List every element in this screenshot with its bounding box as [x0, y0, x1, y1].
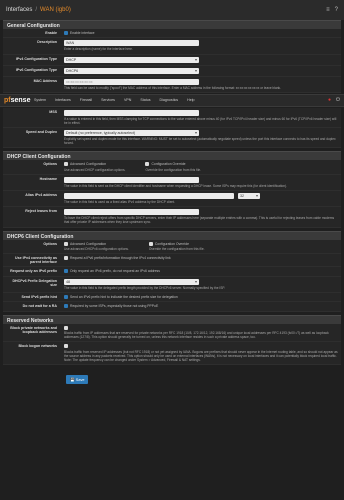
dhcp-options-label: Options — [43, 162, 57, 167]
pd-size-hint: The value in this field is the delegated… — [64, 285, 225, 290]
save-button[interactable]: 💾 Save — [66, 375, 89, 385]
block-bogon-hint: Blocks traffic from reserved IP addresse… — [64, 349, 338, 363]
dhcp6-advanced-text: Advanced Configuration — [70, 241, 107, 246]
reject-hint: To have the DHCP client reject offers fr… — [64, 216, 335, 225]
pfsense-logo[interactable]: pfsense — [4, 97, 34, 104]
prefix-hint-label: Send IPv6 prefix hint — [21, 294, 57, 299]
dhcp-heading: DHCP Client Configuration — [3, 151, 341, 161]
breadcrumb-root[interactable]: Interfaces — [6, 7, 32, 13]
mac-hint: This field can be used to modify ("spoof… — [64, 85, 281, 90]
dhcp-override-text: Configuration Override — [151, 162, 186, 167]
general-panel: General Configuration Enable Enable inte… — [3, 20, 341, 93]
dhcp6-options-label: Options — [43, 241, 57, 246]
ipv4-type-label: IPv4 Configuration Type — [15, 56, 57, 61]
settings-icon[interactable]: ≡ — [326, 7, 330, 13]
prefix-hint-text: Send an IPv6 prefix hint to indicate the… — [70, 294, 178, 299]
pd-size-label: DHCPv6 Prefix Delegation size — [12, 278, 57, 287]
mss-input[interactable] — [64, 109, 199, 116]
reserved-panel: Reserved Networks Block private networks… — [3, 314, 341, 366]
breadcrumb-sep: / — [35, 7, 38, 13]
ipv4-parent-label: Use IPv4 connectivity as parent interfac… — [15, 256, 57, 265]
hostname-label: Hostname — [39, 176, 57, 181]
ipv4-parent-text: Request a IPv6 prefix/information throug… — [70, 256, 171, 261]
reject-input[interactable] — [64, 209, 199, 216]
block-private-hint: Blocks traffic from IP addresses that ar… — [64, 330, 329, 340]
speed-hint: Explicitly set speed and duplex mode for… — [64, 137, 336, 146]
nav-interfaces[interactable]: Interfaces — [55, 98, 71, 102]
alias-input[interactable] — [64, 193, 234, 200]
dhcp6-override-hint: Override the configuration from this fil… — [148, 246, 205, 251]
alias-hint: The value in this field is used as a fix… — [64, 200, 176, 205]
dhcp-override-checkbox[interactable] — [145, 162, 150, 167]
alias-label: Alias IPv4 address — [25, 193, 57, 198]
description-input[interactable]: WAN — [64, 40, 199, 47]
speed-select[interactable]: Default (no preference, typically autose… — [64, 130, 199, 137]
alias-cidr-select[interactable]: 32 — [238, 193, 260, 200]
no-ra-text: Required by some ISPs, especially those … — [70, 304, 159, 309]
description-label: Description — [37, 40, 57, 45]
dhcp6-override-text: Configuration Override — [154, 241, 189, 246]
mss-hint: If a value is entered in this field, the… — [64, 116, 337, 125]
nav-diagnostics[interactable]: Diagnostics — [160, 98, 179, 102]
ipv6-type-select[interactable]: DHCP6 — [64, 67, 199, 74]
notification-icon[interactable]: ● — [328, 97, 331, 103]
dhcp-advanced-hint: Use advanced DHCP configuration options. — [64, 167, 126, 172]
help-icon[interactable]: ? — [335, 7, 338, 13]
prefix-only-text: Only request an IPv6 prefix, do not requ… — [70, 269, 160, 274]
general-panel-cont: MSS If a value is entered in this field,… — [3, 107, 341, 149]
description-hint: Enter a description (name) for the inter… — [64, 47, 133, 52]
breadcrumb: Interfaces / WAN (igb0) ≡? — [0, 0, 344, 20]
logout-icon[interactable]: ⏻ — [336, 97, 340, 103]
prefix-only-label: Request only an IPv6 prefix — [10, 269, 57, 274]
block-private-checkbox[interactable] — [64, 325, 68, 330]
mac-input[interactable]: xx:xx:xx:xx:xx:xx — [64, 78, 199, 85]
hostname-hint: The value in this field is sent as the D… — [64, 183, 287, 188]
block-private-label: Block private networks and loopback addr… — [10, 325, 57, 334]
enable-checkbox[interactable] — [64, 31, 68, 36]
main-nav: pfsense System Interfaces Firewall Servi… — [0, 93, 344, 107]
ipv6-type-label: IPv6 Configuration Type — [15, 67, 57, 72]
pd-size-select[interactable]: 48 — [64, 278, 199, 285]
no-ra-checkbox[interactable] — [64, 304, 68, 309]
general-heading: General Configuration — [3, 20, 341, 29]
dhcp6-advanced-hint: Use advanced DHCPv6 configuration option… — [64, 246, 129, 251]
save-label: Save — [75, 378, 85, 383]
dhcp-panel: DHCP Client Configuration Options Advanc… — [3, 151, 341, 228]
nav-services[interactable]: Services — [101, 98, 115, 102]
enable-text: Enable interface — [70, 31, 95, 35]
page-title: WAN (igb0) — [40, 7, 71, 13]
dhcp6-override-checkbox[interactable] — [148, 241, 153, 246]
reject-label: Reject leases from — [25, 209, 57, 214]
nav-help[interactable]: Help — [187, 98, 194, 102]
dhcp-advanced-text: Advanced Configuration — [70, 162, 107, 167]
page: Interfaces / WAN (igb0) ≡? General Confi… — [0, 0, 344, 500]
prefix-only-checkbox[interactable] — [64, 269, 68, 274]
dhcp6-panel: DHCP6 Client Configuration Options Advan… — [3, 230, 341, 312]
ipv4-type-select[interactable]: DHCP — [64, 56, 199, 63]
ipv4-parent-checkbox[interactable] — [64, 256, 68, 261]
dhcp6-advanced-checkbox[interactable] — [64, 241, 68, 246]
nav-vpn[interactable]: VPN — [124, 98, 131, 102]
nav-status[interactable]: Status — [140, 98, 150, 102]
enable-label: Enable — [45, 31, 57, 35]
nav-firewall[interactable]: Firewall — [80, 98, 92, 102]
speed-label: Speed and Duplex — [25, 130, 57, 135]
dhcp-advanced-checkbox[interactable] — [64, 162, 68, 167]
nav-system[interactable]: System — [34, 98, 46, 102]
block-bogon-label: Block bogon networks — [18, 344, 57, 349]
block-bogon-checkbox[interactable] — [64, 344, 68, 349]
no-ra-label: Do not wait for a RA — [22, 304, 57, 309]
hostname-input[interactable] — [64, 176, 199, 183]
mss-label: MSS — [49, 109, 57, 114]
dhcp6-heading: DHCP6 Client Configuration — [3, 230, 341, 240]
reserved-heading: Reserved Networks — [3, 314, 341, 324]
dhcp-override-hint: Override the configuration from this fil… — [145, 167, 202, 172]
prefix-hint-checkbox[interactable] — [64, 294, 68, 299]
mac-label: MAC Address — [33, 78, 57, 83]
save-bar: 💾 Save — [0, 365, 344, 389]
